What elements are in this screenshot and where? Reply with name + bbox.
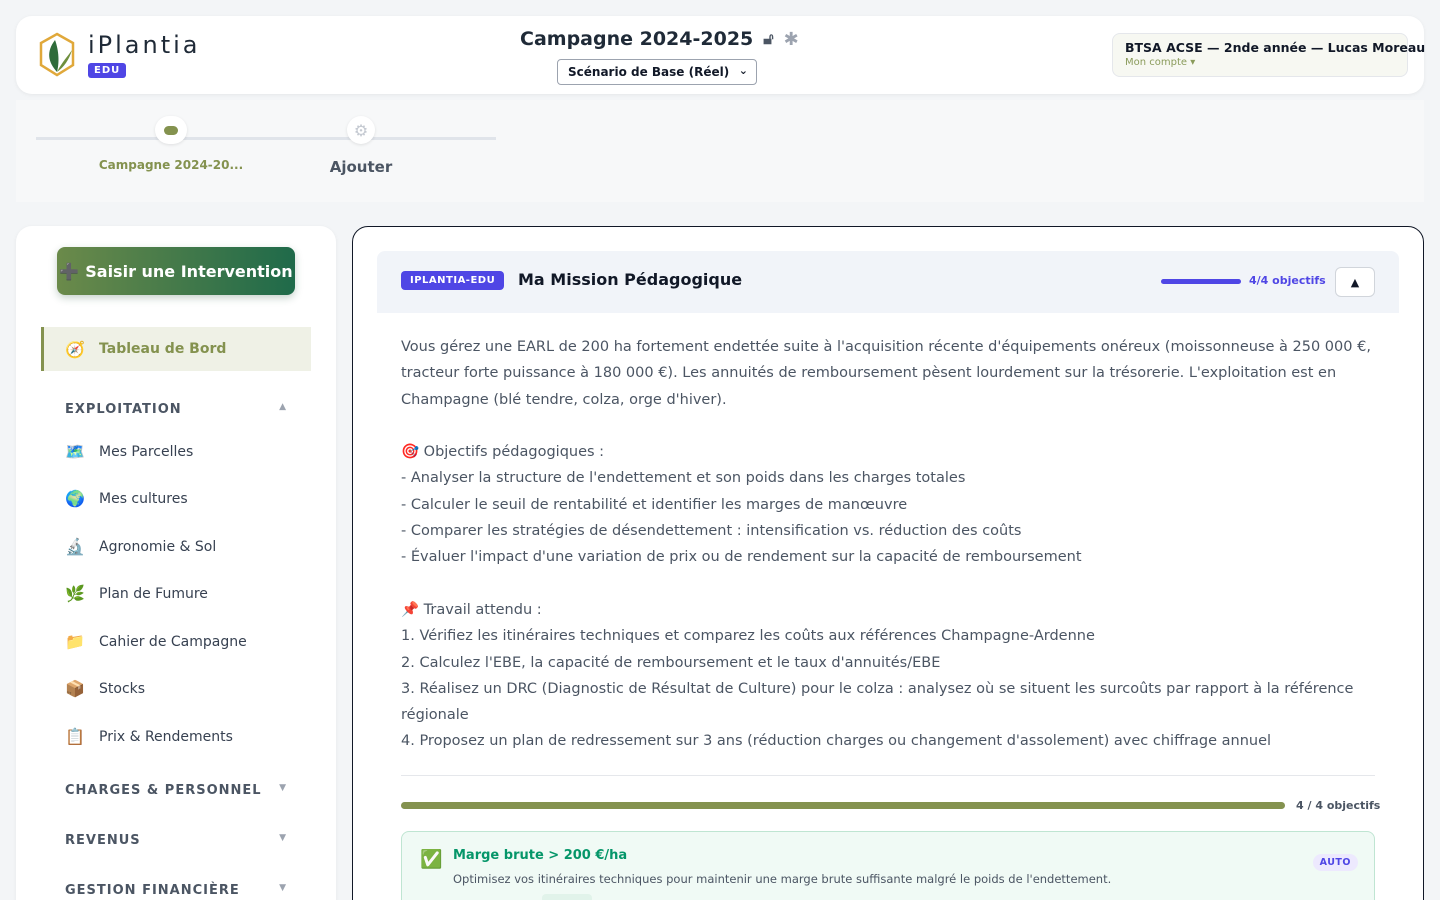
objective-description: Optimisez vos itinéraires techniques pou… <box>453 872 1112 886</box>
chevron-down-icon: ⌄ <box>738 64 748 77</box>
sidebar-item-label: Prix & Rendements <box>99 728 233 745</box>
mission-progress-fill <box>1161 279 1241 284</box>
mission-line: régionale <box>401 707 469 724</box>
active-tab-dot-icon <box>155 116 187 144</box>
microscope-icon: 🔬 <box>65 537 85 556</box>
mission-line: - Analyser la structure de l'endettement… <box>401 470 966 487</box>
app-header: iPlantia EDU Campagne 2024-2025 🔓︎ ✱ Scé… <box>16 16 1426 94</box>
section-exploitation[interactable]: EXPLOITATION ▲ <box>65 402 287 417</box>
campaign-header: Campagne 2024-2025 🔓︎ ✱ <box>520 28 800 50</box>
section-label: REVENUS <box>65 833 141 848</box>
mission-line: 4. Proposez un plan de redressement sur … <box>401 733 1272 750</box>
mission-badge: IPLANTIA-EDU <box>401 271 505 290</box>
check-mark-icon: ✅ <box>420 849 443 870</box>
objectives-count: 4 / 4 objectifs <box>1296 799 1381 812</box>
mission-line <box>401 571 1377 597</box>
add-intervention-label: Saisir une Intervention <box>85 261 293 281</box>
tab-campaign-label: Campagne 2024-20... <box>98 158 244 172</box>
chevron-down-icon: ▼ <box>279 783 287 793</box>
objectives-progress-fill <box>401 802 1285 809</box>
mission-line: - Évaluer l'impact d'une variation de pr… <box>401 549 1082 566</box>
mission-title: Ma Mission Pédagogique <box>518 270 743 289</box>
campaign-title: Campagne 2024-2025 <box>520 28 754 50</box>
clipboard-icon: 📋 <box>65 727 85 746</box>
account-menu[interactable]: BTSA ACSE — 2nde année — Lucas Moreau Mo… <box>1112 33 1426 77</box>
objectives-progress-bar <box>401 802 1285 809</box>
sidebar-item-label: Stocks <box>99 680 146 697</box>
campaign-tabs: Campagne 2024-20... ⚙ Ajouter <box>16 100 1424 202</box>
divider <box>401 775 1375 776</box>
objective-detail-chip <box>542 894 592 900</box>
add-gear-icon: ⚙ <box>347 116 375 144</box>
unlock-icon[interactable]: 🔓︎ <box>763 29 773 49</box>
main-panel: IPLANTIA-EDU Ma Mission Pédagogique 4/4 … <box>352 226 1424 900</box>
map-icon: 🗺️ <box>65 442 85 461</box>
mission-line: - Comparer les stratégies de désendettem… <box>401 523 1022 540</box>
collapse-toggle-button[interactable]: ▲ <box>1335 267 1375 297</box>
sidebar-item-agronomie[interactable]: 🔬 Agronomie & Sol <box>65 537 216 556</box>
mission-line <box>401 413 1377 439</box>
logo-name: iPlantia <box>88 31 201 59</box>
sidebar-item-label: Tableau de Bord <box>99 341 227 357</box>
compass-icon: 🧭 <box>65 339 85 359</box>
mission-progress-bar <box>1161 279 1241 284</box>
account-link[interactable]: Mon compte ▾ <box>1125 57 1395 68</box>
mission-line: 📌 Travail attendu : <box>401 601 542 618</box>
globe-icon: 🌍 <box>65 489 85 508</box>
chevron-up-icon: ▲ <box>279 402 287 412</box>
section-gestion[interactable]: GESTION FINANCIÈRE ▼ <box>65 883 287 898</box>
tab-add[interactable]: ⚙ Ajouter <box>306 116 416 176</box>
mission-count: 4/4 objectifs <box>1249 274 1326 287</box>
section-charges[interactable]: CHARGES & PERSONNEL ▼ <box>65 783 287 798</box>
edu-badge: EDU <box>88 63 127 78</box>
sidebar-item-label: Agronomie & Sol <box>99 538 217 555</box>
chevron-down-icon: ▼ <box>279 833 287 843</box>
add-intervention-button[interactable]: ➕ Saisir une Intervention <box>57 247 295 295</box>
mission-line: - Calculer le seuil de rentabilité et id… <box>401 496 908 513</box>
sidebar-item-prix[interactable]: 📋 Prix & Rendements <box>65 727 233 746</box>
scenario-selected-value: Scénario de Base (Réel) <box>568 65 730 79</box>
mission-line: 2. Calculez l'EBE, la capacité de rembou… <box>401 654 941 671</box>
mission-line: tracteur forte puissance à 180 000 €). L… <box>401 365 1337 382</box>
sidebar: ➕ Saisir une Intervention 🧭 Tableau de B… <box>16 226 336 900</box>
objective-card: ✅ Marge brute > 200 €/ha Optimisez vos i… <box>401 831 1375 900</box>
folder-icon: 📁 <box>65 632 85 651</box>
app-logo[interactable]: iPlantia EDU <box>38 32 201 78</box>
mission-line: 3. Réalisez un DRC (Diagnostic de Résult… <box>401 680 1354 697</box>
section-label: GESTION FINANCIÈRE <box>65 883 240 898</box>
sidebar-item-cahier[interactable]: 📁 Cahier de Campagne <box>65 632 247 651</box>
auto-badge: AUTO <box>1312 854 1358 871</box>
mission-line: Champagne (blé tendre, colza, orge d'hiv… <box>401 391 727 408</box>
sidebar-item-label: Cahier de Campagne <box>99 633 247 650</box>
objective-title: Marge brute > 200 €/ha <box>453 848 628 863</box>
chevron-down-icon: ▼ <box>279 883 287 893</box>
plus-icon: ➕ <box>59 261 80 281</box>
sidebar-item-fumure[interactable]: 🌿 Plan de Fumure <box>65 584 208 603</box>
gear-icon[interactable]: ✱ <box>784 29 799 50</box>
sidebar-item-parcelles[interactable]: 🗺️ Mes Parcelles <box>65 442 193 461</box>
sidebar-item-stocks[interactable]: 📦 Stocks <box>65 679 145 698</box>
sidebar-item-cultures[interactable]: 🌍 Mes cultures <box>65 489 188 508</box>
scenario-select[interactable]: Scénario de Base (Réel) ⌄ <box>557 59 757 85</box>
sidebar-item-label: Mes cultures <box>99 490 188 507</box>
mission-header: IPLANTIA-EDU Ma Mission Pédagogique 4/4 … <box>377 251 1399 313</box>
package-icon: 📦 <box>65 679 85 698</box>
tab-campaign[interactable]: Campagne 2024-20... <box>86 116 256 172</box>
sidebar-item-label: Mes Parcelles <box>99 443 194 460</box>
sidebar-item-dashboard[interactable]: 🧭 Tableau de Bord <box>41 327 311 371</box>
herb-icon: 🌿 <box>65 584 85 603</box>
sidebar-item-label: Plan de Fumure <box>99 585 208 602</box>
account-name: BTSA ACSE — 2nde année — Lucas Moreau <box>1125 40 1426 55</box>
section-label: EXPLOITATION <box>65 402 182 417</box>
leaf-logo-icon <box>39 32 75 77</box>
mission-line: Vous gérez une EARL de 200 ha fortement … <box>401 339 1371 355</box>
section-label: CHARGES & PERSONNEL <box>65 783 262 798</box>
mission-line: 🎯 Objectifs pédagogiques : <box>401 444 605 461</box>
mission-line: 1. Vérifiez les itinéraires techniques e… <box>401 628 1095 645</box>
mission-description: Vous gérez une EARL de 200 ha fortement … <box>401 334 1377 755</box>
section-revenus[interactable]: REVENUS ▼ <box>65 833 287 848</box>
tab-add-label: Ajouter <box>329 158 393 176</box>
